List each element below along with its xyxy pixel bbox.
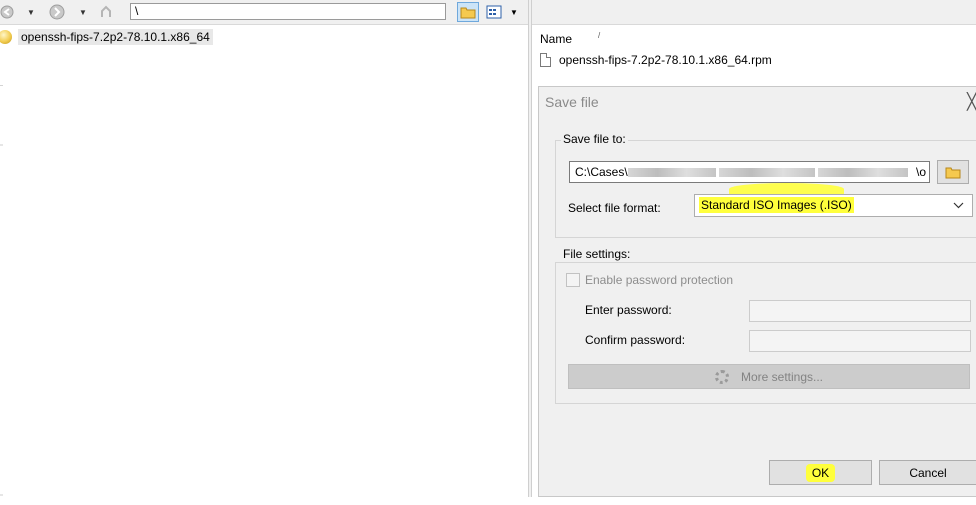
redacted-segment [627, 168, 716, 178]
disc-icon [0, 30, 12, 44]
more-settings-button[interactable]: More settings... [568, 364, 970, 389]
sort-indicator-icon: / [598, 31, 601, 40]
redacted-segment [817, 168, 908, 178]
save-file-dialog: Save file ╳ Save file to: C:\Cases\ \o S… [538, 86, 976, 497]
address-input[interactable]: \ [130, 3, 446, 20]
confirm-password-field[interactable] [749, 330, 971, 352]
column-header-name[interactable]: Name [540, 32, 572, 46]
path-suffix: \o [913, 162, 926, 182]
folder-icon [945, 167, 961, 179]
ok-label: OK [805, 463, 836, 482]
toolbar: ▼ ▼ \ ▼ [0, 0, 528, 25]
confirm-password-label: Confirm password: [585, 333, 686, 347]
parent-folder-icon[interactable] [98, 4, 114, 20]
folder-icon[interactable] [457, 2, 479, 22]
format-label: Select file format: [568, 201, 661, 215]
file-name: openssh-fips-7.2p2-78.10.1.x86_64.rpm [559, 53, 772, 67]
view-icon[interactable] [485, 4, 503, 20]
password-checkbox-label: Enable password protection [585, 273, 734, 287]
enter-password-field[interactable] [749, 300, 971, 322]
file-icon [540, 53, 551, 67]
gear-icon [714, 369, 729, 384]
right-toolbar-strip [529, 0, 976, 25]
cancel-button[interactable]: Cancel [879, 460, 976, 485]
browse-folder-button[interactable] [937, 160, 969, 184]
tree-item[interactable]: openssh-fips-7.2p2-78.10.1.x86_64 [0, 27, 213, 47]
scroll-marks [0, 85, 3, 496]
back-dropdown-icon[interactable]: ▼ [26, 4, 36, 20]
format-select[interactable]: Standard ISO Images (.ISO) [694, 194, 973, 217]
path-prefix: C:\Cases\ [575, 165, 628, 179]
chevron-down-icon [953, 195, 964, 223]
view-dropdown-icon[interactable]: ▼ [509, 4, 519, 20]
password-checkbox[interactable] [566, 273, 580, 287]
save-path-input[interactable]: C:\Cases\ \o [569, 161, 930, 183]
settings-group-label: File settings: [561, 247, 633, 261]
save-group-label: Save file to: [561, 132, 628, 146]
file-row[interactable]: openssh-fips-7.2p2-78.10.1.x86_64.rpm [540, 51, 772, 69]
format-value: Standard ISO Images (.ISO) [699, 197, 854, 213]
ok-button[interactable]: OK [769, 460, 872, 485]
forward-dropdown-icon[interactable]: ▼ [78, 4, 88, 20]
redacted-segment [718, 168, 815, 178]
tree-pane: openssh-fips-7.2p2-78.10.1.x86_64 [0, 25, 528, 497]
dialog-title: Save file [545, 94, 599, 110]
close-icon[interactable]: ╳ [967, 92, 976, 112]
cancel-label: Cancel [909, 465, 947, 480]
back-icon[interactable] [0, 4, 14, 20]
enter-password-label: Enter password: [585, 303, 672, 317]
tree-item-label: openssh-fips-7.2p2-78.10.1.x86_64 [18, 29, 213, 45]
more-settings-label: More settings... [740, 369, 824, 384]
forward-icon[interactable] [48, 4, 66, 20]
